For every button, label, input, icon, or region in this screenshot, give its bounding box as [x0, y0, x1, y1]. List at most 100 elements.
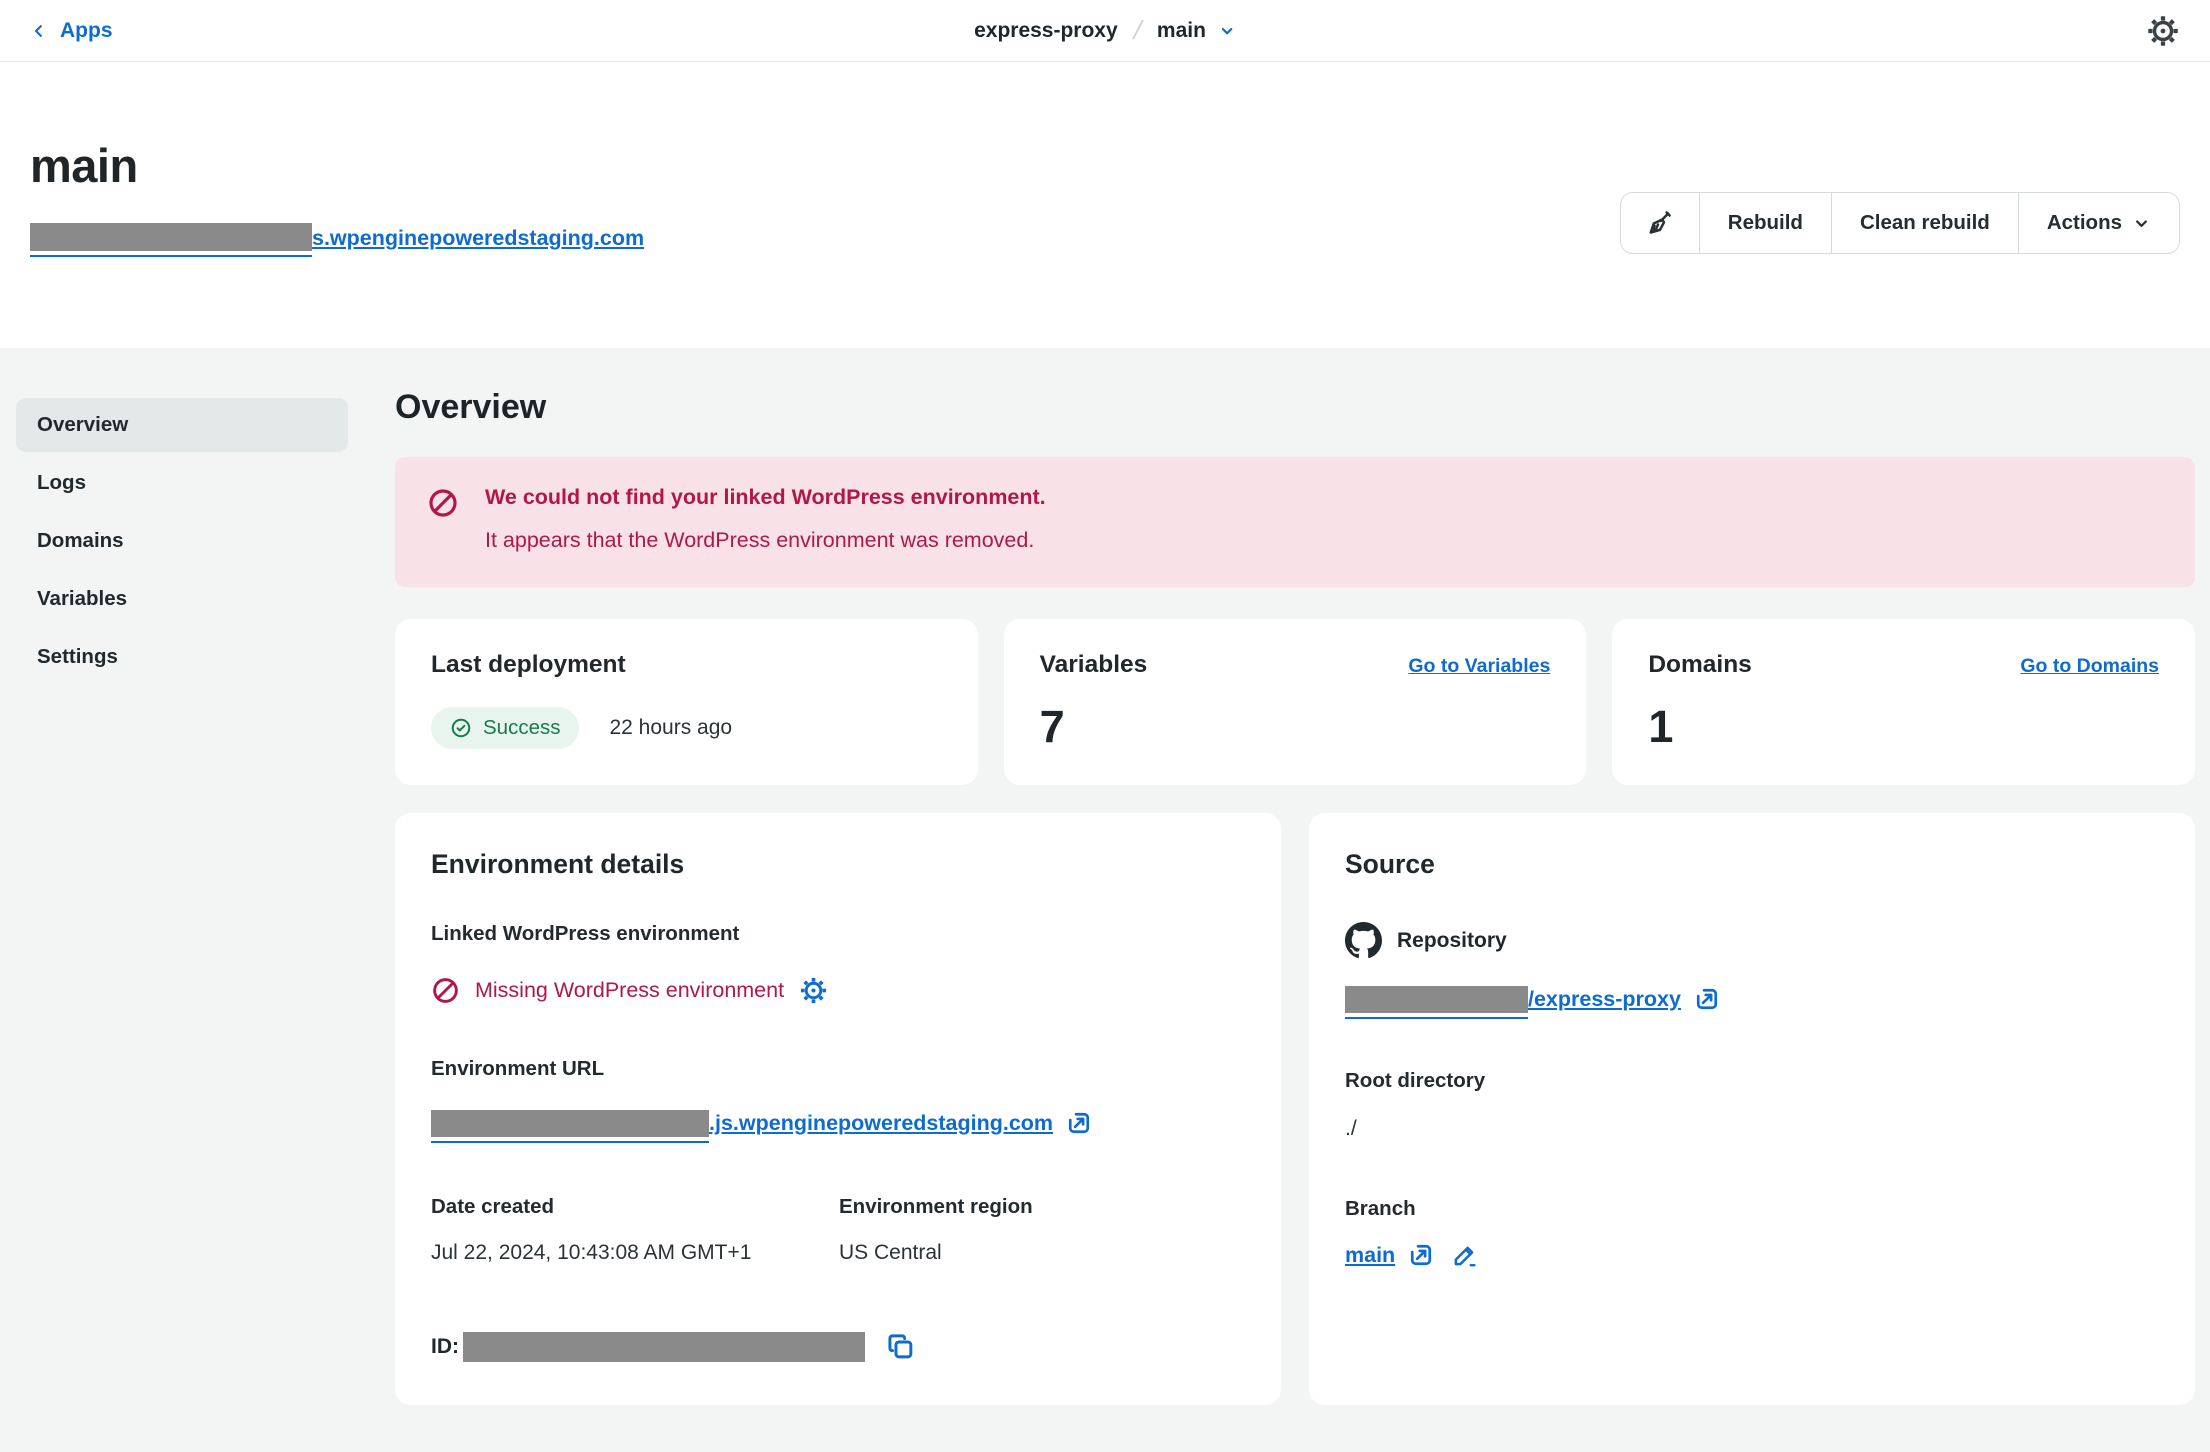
card-title: Variables	[1040, 651, 1148, 679]
external-link-icon	[1065, 1109, 1093, 1137]
external-link-icon	[1693, 985, 1721, 1013]
status-label: Success	[483, 716, 560, 740]
environment-sidebar: Overview Logs Domains Variables Settings	[16, 398, 348, 688]
redacted-environment-id	[463, 1332, 865, 1362]
missing-wp-alert: We could not find your linked WordPress …	[395, 457, 2195, 587]
date-created-label: Date created	[431, 1195, 839, 1219]
linked-wp-status: Missing WordPress environment	[475, 978, 784, 1003]
prohibited-icon	[427, 487, 459, 553]
go-to-variables-link[interactable]: Go to Variables	[1408, 655, 1550, 678]
repository-link[interactable]: /express-proxy	[1528, 987, 1681, 1012]
repository-row: Repository	[1345, 922, 2159, 959]
alert-title: We could not find your linked WordPress …	[485, 485, 1046, 510]
branch-label: Branch	[1345, 1197, 2159, 1221]
actions-dropdown-button[interactable]: Actions	[2018, 193, 2179, 253]
detail-cards: Environment details Linked WordPress env…	[395, 813, 2195, 1405]
page-body: Overview Logs Domains Variables Settings…	[0, 348, 2210, 1405]
gear-icon	[2146, 14, 2180, 48]
environment-details-card: Environment details Linked WordPress env…	[395, 813, 1281, 1405]
sidebar-item-domains[interactable]: Domains	[16, 514, 348, 568]
environment-switcher[interactable]: main	[1157, 19, 1236, 43]
linked-wp-label: Linked WordPress environment	[431, 922, 1245, 946]
chevron-left-icon	[30, 20, 48, 42]
sidebar-item-overview[interactable]: Overview	[16, 398, 348, 452]
sidebar-item-logs[interactable]: Logs	[16, 456, 348, 510]
root-directory-value: ./	[1345, 1117, 2159, 1141]
top-bar: Apps express-proxy / main	[0, 0, 2210, 62]
deployment-time: 22 hours ago	[609, 716, 732, 740]
clear-cache-button[interactable]	[1621, 193, 1699, 253]
overview-content: Overview We could not find your linked W…	[395, 388, 2195, 1405]
repository-link-row: /express-proxy	[1345, 985, 2159, 1013]
external-link-icon	[1407, 1241, 1435, 1269]
copy-id-button[interactable]	[885, 1331, 916, 1362]
deployment-status-row: Success 22 hours ago	[431, 707, 942, 749]
clean-rebuild-button[interactable]: Clean rebuild	[1831, 193, 2018, 253]
rebuild-button[interactable]: Rebuild	[1699, 193, 1831, 253]
configure-link-gear-button[interactable]	[799, 976, 828, 1005]
card-title: Last deployment	[431, 651, 942, 679]
check-circle-icon	[450, 717, 472, 739]
environment-id-row: ID:	[431, 1331, 1245, 1362]
back-to-apps-label: Apps	[60, 19, 113, 43]
back-to-apps-link[interactable]: Apps	[30, 19, 113, 43]
domains-count: 1	[1648, 701, 2159, 753]
env-url-row: .js.wpenginepoweredstaging.com	[431, 1109, 1245, 1137]
breadcrumb: express-proxy / main	[974, 15, 1236, 46]
open-branch-button[interactable]	[1407, 1241, 1435, 1269]
sidebar-item-settings[interactable]: Settings	[16, 630, 348, 684]
github-icon	[1345, 922, 1382, 959]
root-directory-label: Root directory	[1345, 1069, 2159, 1093]
alert-text: We could not find your linked WordPress …	[485, 485, 1046, 553]
branch-row: main	[1345, 1241, 2159, 1269]
region-value: US Central	[839, 1241, 1033, 1265]
breadcrumb-separator: /	[1130, 15, 1145, 46]
environment-url-link[interactable]: .js.wpenginepoweredstaging.com	[709, 1111, 1053, 1136]
page-title: main	[30, 62, 2180, 193]
broom-icon	[1645, 208, 1675, 238]
repository-label: Repository	[1397, 929, 1507, 953]
source-card: Source Repository /express-proxy	[1309, 813, 2195, 1405]
redacted-url-prefix	[431, 1110, 709, 1137]
section-heading: Overview	[395, 388, 2195, 427]
breadcrumb-env-name: main	[1157, 19, 1206, 43]
account-settings-button[interactable]	[2146, 14, 2180, 48]
summary-cards: Last deployment Success 22 hours ago	[395, 619, 2195, 785]
linked-wp-status-row: Missing WordPress environment	[431, 976, 1245, 1005]
variables-card: Variables Go to Variables 7	[1004, 619, 1587, 785]
actions-label: Actions	[2047, 211, 2122, 235]
last-deployment-card: Last deployment Success 22 hours ago	[395, 619, 978, 785]
chevron-down-icon	[2132, 214, 2151, 233]
prohibited-icon	[431, 976, 460, 1005]
sidebar-item-variables[interactable]: Variables	[16, 572, 348, 626]
environment-domain-link[interactable]: s.wpenginepoweredstaging.com	[312, 226, 644, 251]
alert-body: It appears that the WordPress environmen…	[485, 528, 1046, 553]
gear-icon	[799, 976, 828, 1005]
domains-card: Domains Go to Domains 1	[1612, 619, 2195, 785]
redacted-repo-owner	[1345, 986, 1528, 1013]
edit-branch-button[interactable]	[1451, 1242, 1478, 1269]
card-title: Domains	[1648, 651, 1751, 679]
copy-icon	[885, 1331, 916, 1362]
open-url-button[interactable]	[1065, 1109, 1093, 1137]
chevron-down-icon	[1218, 22, 1236, 40]
redacted-domain-prefix	[30, 223, 312, 251]
environment-actions-toolbar: Rebuild Clean rebuild Actions	[1620, 192, 2180, 254]
region-block: Environment region US Central	[839, 1195, 1033, 1265]
open-repository-button[interactable]	[1693, 985, 1721, 1013]
card-title: Environment details	[431, 849, 1245, 880]
env-url-label: Environment URL	[431, 1057, 1245, 1081]
date-created-value: Jul 22, 2024, 10:43:08 AM GMT+1	[431, 1241, 839, 1265]
status-badge: Success	[431, 707, 579, 749]
go-to-domains-link[interactable]: Go to Domains	[2020, 655, 2159, 678]
env-meta-row: Date created Jul 22, 2024, 10:43:08 AM G…	[431, 1195, 1245, 1265]
breadcrumb-app-name: express-proxy	[974, 19, 1118, 43]
branch-link[interactable]: main	[1345, 1243, 1395, 1268]
environment-header: main s.wpenginepoweredstaging.com Rebuil…	[0, 62, 2210, 348]
variables-count: 7	[1040, 701, 1551, 753]
region-label: Environment region	[839, 1195, 1033, 1219]
card-title: Source	[1345, 849, 2159, 880]
app-environment-page: Apps express-proxy / main	[0, 0, 2210, 1452]
pencil-icon	[1451, 1242, 1478, 1269]
id-label: ID:	[431, 1335, 459, 1359]
